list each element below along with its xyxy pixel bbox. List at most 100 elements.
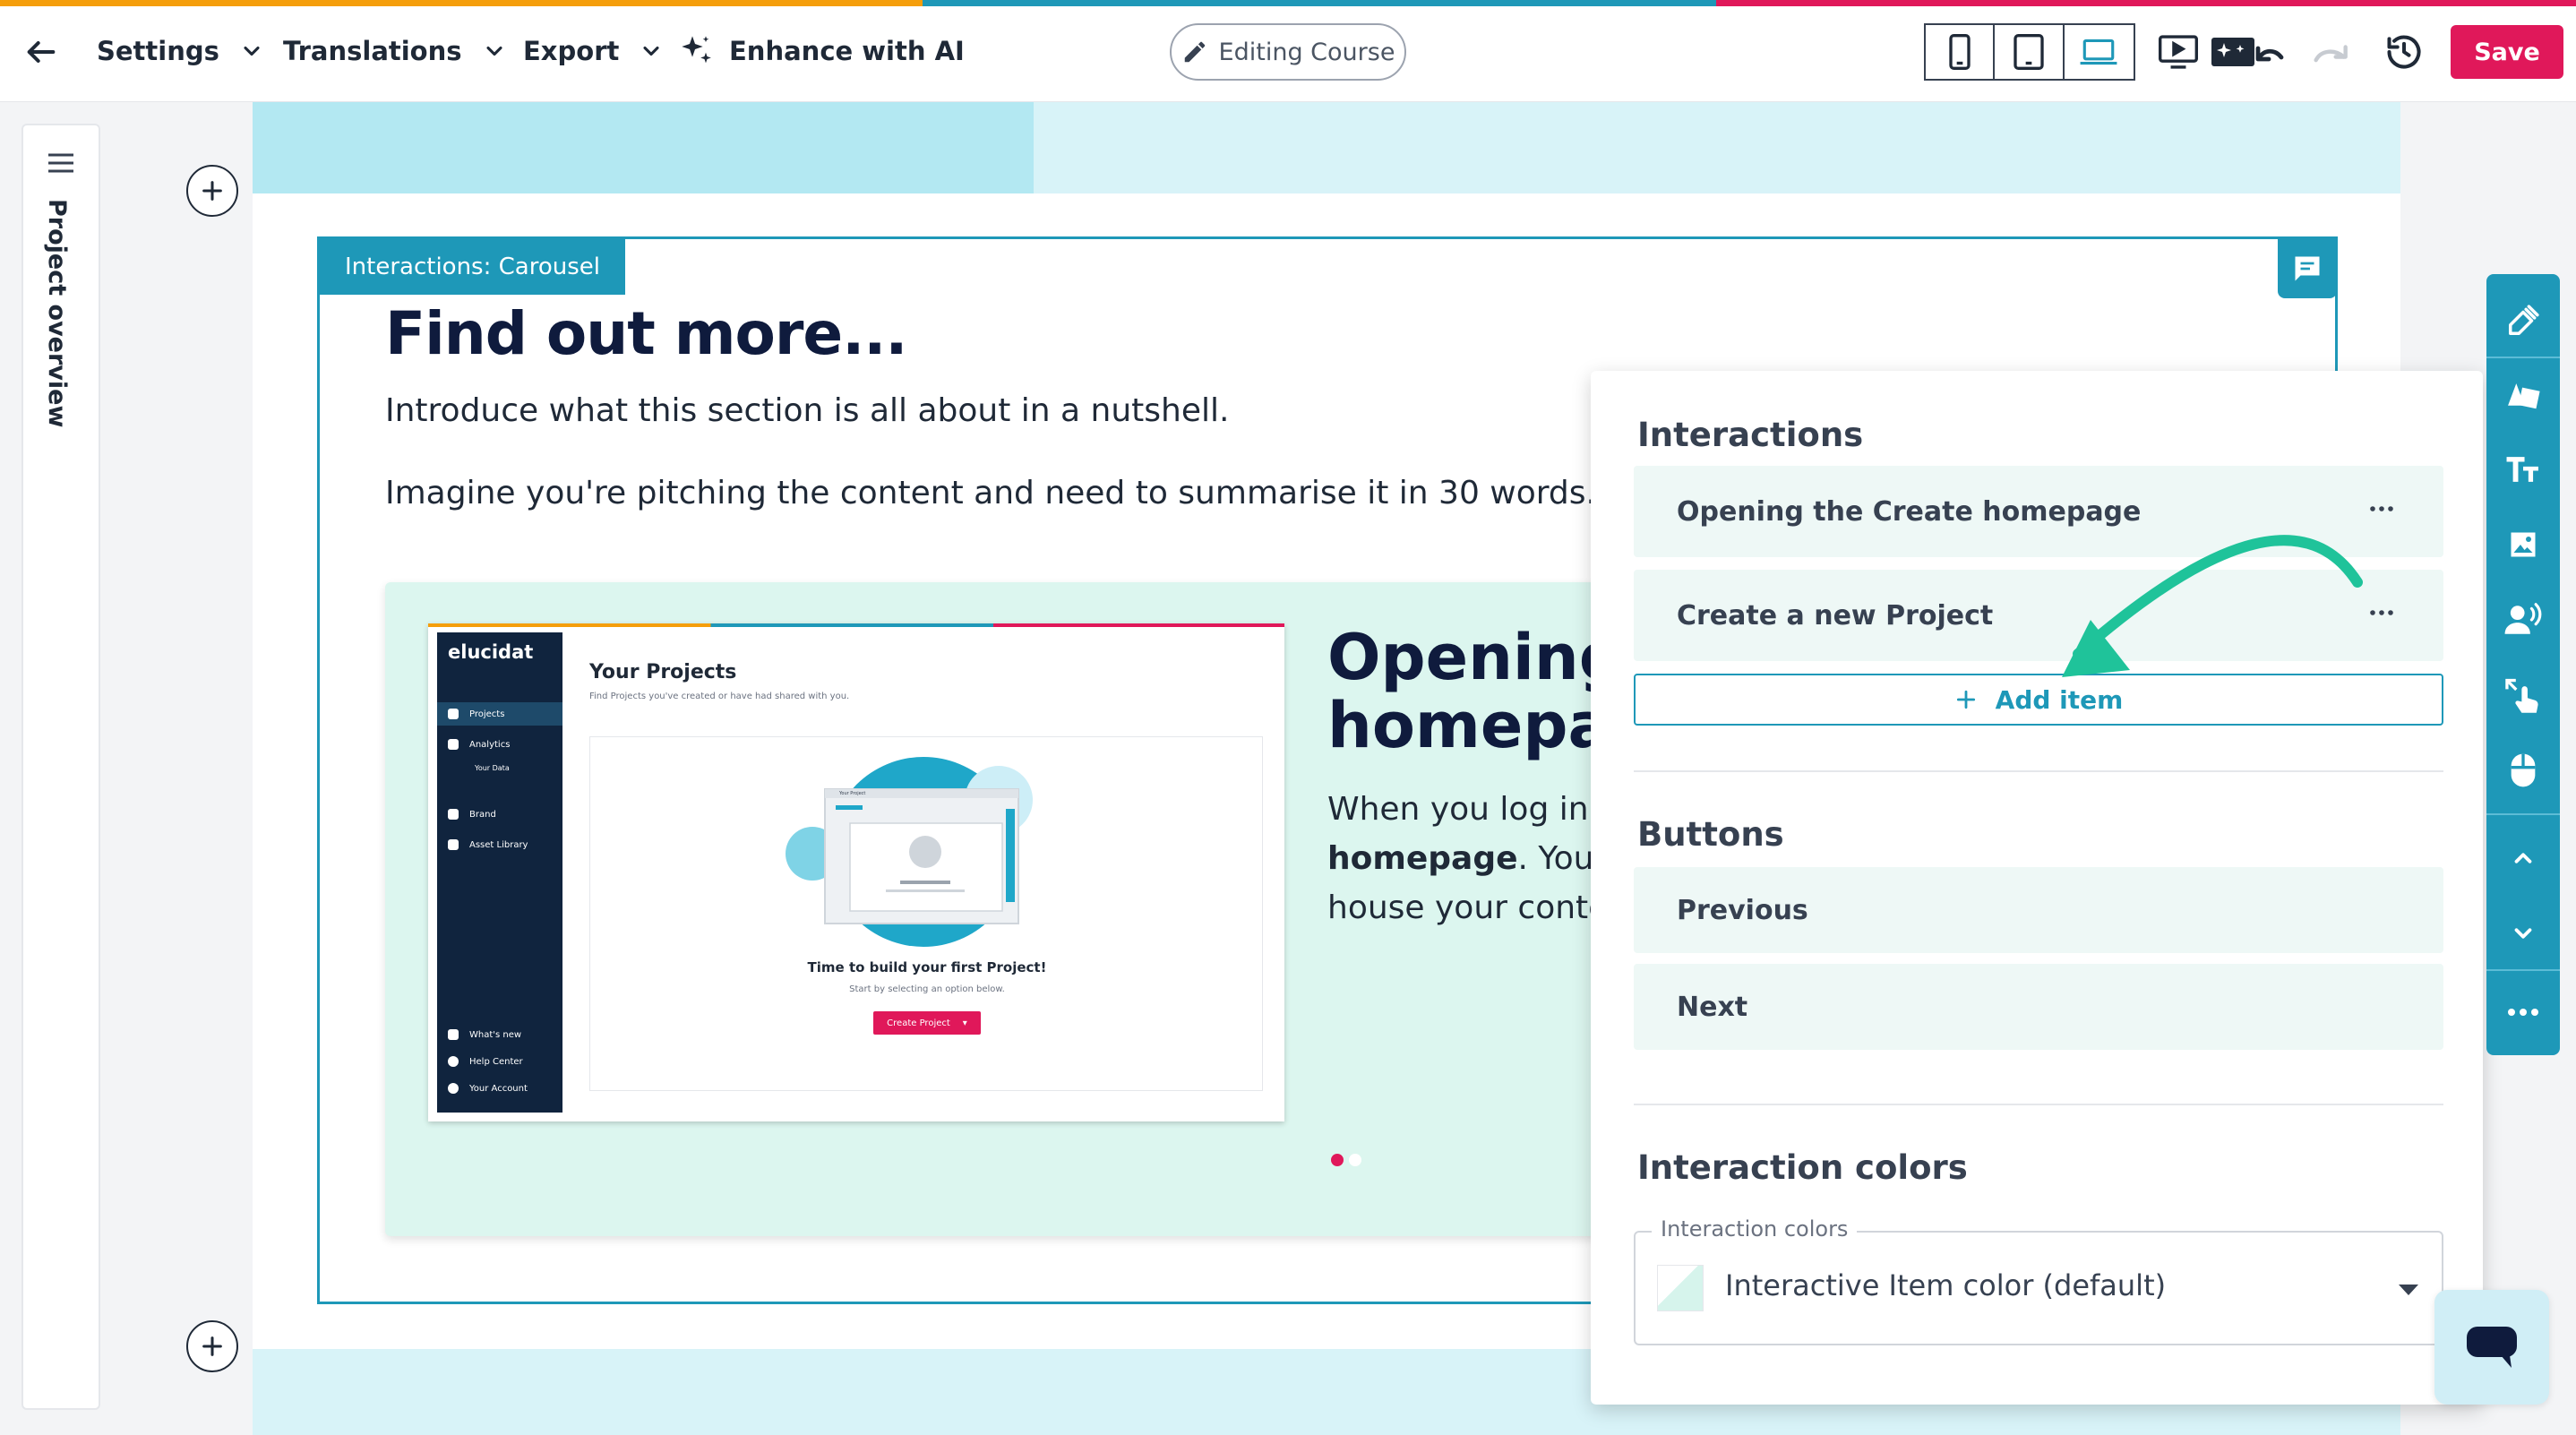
interaction-colors-heading: Interaction colors bbox=[1637, 1148, 1968, 1187]
screenshot-sidebar: elucidat Projects Analytics Your Data Br… bbox=[437, 632, 562, 1113]
enhance-ai-label: Enhance with AI bbox=[729, 36, 965, 66]
carousel-dot-active[interactable] bbox=[1331, 1154, 1344, 1166]
project-overview-rail[interactable]: Project overview bbox=[21, 124, 100, 1410]
screenshot-create-button: Create Project ▾ bbox=[873, 1011, 981, 1035]
more-tools-button[interactable] bbox=[2486, 984, 2560, 1041]
section-intro-1[interactable]: Introduce what this section is all about… bbox=[385, 392, 1229, 429]
screenshot-nav-item: Your Account bbox=[437, 1077, 562, 1100]
export-menu[interactable]: Export bbox=[523, 25, 664, 77]
text-size-icon bbox=[2506, 457, 2538, 482]
interaction-colors-value: Interactive Item color (default) bbox=[1725, 1268, 2167, 1302]
slide-title[interactable]: Opening homepa bbox=[1327, 623, 1624, 760]
illustration-graphic bbox=[786, 757, 1033, 947]
settings-menu[interactable]: Settings bbox=[97, 25, 264, 77]
phone-icon bbox=[1949, 34, 1971, 70]
sparkle-icon bbox=[682, 36, 711, 64]
save-button[interactable]: Save bbox=[2451, 25, 2563, 79]
slide-body[interactable]: When you log in t homepage. You c house … bbox=[1327, 785, 1622, 932]
screenshot-card-title: Time to build your first Project! bbox=[807, 959, 1047, 975]
enhance-ai-button[interactable]: Enhance with AI bbox=[679, 25, 965, 77]
preview-play-icon[interactable] bbox=[2153, 27, 2203, 77]
back-arrow-icon[interactable] bbox=[16, 27, 66, 77]
screenshot-nav-item: Your Data bbox=[475, 763, 510, 772]
shapes-icon bbox=[2508, 383, 2540, 409]
ai-undo-icon[interactable] bbox=[2207, 27, 2288, 77]
screenshot-empty-card: Your Project Time to build your first Pr… bbox=[589, 736, 1263, 1091]
translations-menu[interactable]: Translations bbox=[283, 25, 507, 77]
elucidat-logo: elucidat bbox=[448, 641, 534, 663]
screenshot-nav-item: Help Center bbox=[437, 1050, 562, 1073]
redo-icon[interactable] bbox=[2307, 27, 2357, 77]
desktop-view-button[interactable] bbox=[2065, 25, 2134, 79]
editing-course-pill[interactable]: Editing Course bbox=[1170, 23, 1406, 81]
carousel-slide[interactable]: elucidat Projects Analytics Your Data Br… bbox=[385, 582, 1791, 1236]
section-band-top bbox=[253, 102, 2400, 193]
image-tool-button[interactable] bbox=[2486, 516, 2560, 573]
voice-icon bbox=[2504, 603, 2542, 634]
device-preview-group bbox=[1924, 23, 2135, 81]
screenshot-nav-item: Analytics bbox=[437, 733, 562, 756]
mouse-tool-button[interactable] bbox=[2486, 742, 2560, 799]
mobile-view-button[interactable] bbox=[1926, 25, 1996, 79]
move-down-button[interactable] bbox=[2486, 905, 2560, 962]
plus-icon bbox=[202, 181, 222, 201]
history-icon[interactable] bbox=[2379, 27, 2429, 77]
interaction-colors-field-label: Interaction colors bbox=[1652, 1216, 1858, 1242]
image-icon bbox=[2511, 532, 2536, 557]
hamburger-menu-icon[interactable] bbox=[47, 152, 75, 174]
carousel-pagination bbox=[1331, 1154, 1361, 1166]
more-options-icon bbox=[2508, 1009, 2538, 1016]
translations-label: Translations bbox=[283, 36, 462, 66]
panel-divider bbox=[1634, 770, 2443, 772]
add-section-below-button[interactable] bbox=[186, 1320, 238, 1372]
audio-tool-button[interactable] bbox=[2486, 591, 2560, 649]
panel-divider bbox=[1634, 1104, 2443, 1105]
screenshot-nav-item: Projects bbox=[437, 702, 562, 726]
dropdown-caret-icon bbox=[2399, 1285, 2418, 1295]
more-options-icon[interactable] bbox=[2370, 505, 2393, 512]
screenshot-nav-item: What's new bbox=[437, 1023, 562, 1046]
chat-support-button[interactable] bbox=[2434, 1290, 2549, 1405]
interaction-tool-button[interactable] bbox=[2486, 666, 2560, 724]
comment-icon bbox=[2295, 256, 2320, 281]
chevron-down-icon bbox=[486, 46, 502, 56]
add-section-above-button[interactable] bbox=[186, 165, 238, 217]
screenshot-title: Your Projects bbox=[589, 661, 737, 683]
tablet-icon bbox=[2014, 34, 2044, 70]
chevron-down-icon bbox=[643, 46, 659, 56]
plus-icon bbox=[202, 1336, 222, 1356]
pencil-icon bbox=[1184, 41, 1205, 63]
section-heading[interactable]: Find out more... bbox=[385, 299, 907, 368]
chevron-down-icon bbox=[2514, 928, 2532, 939]
chevron-up-icon bbox=[2514, 853, 2532, 864]
screenshot-nav-item: Asset Library bbox=[437, 833, 562, 856]
plus-icon bbox=[1956, 690, 1975, 709]
button-item-next[interactable]: Next bbox=[1634, 964, 2443, 1050]
mouse-icon bbox=[2511, 753, 2536, 787]
progress-stripe-blue bbox=[923, 0, 1716, 6]
screenshot-nav-item: Brand bbox=[437, 803, 562, 826]
slide-screenshot-image: elucidat Projects Analytics Your Data Br… bbox=[428, 623, 1284, 1121]
carousel-dot[interactable] bbox=[1349, 1154, 1361, 1166]
top-bar: Settings Translations Export Enhance wit… bbox=[0, 0, 2576, 102]
eyedropper-icon bbox=[2509, 305, 2539, 335]
laptop-icon bbox=[2080, 39, 2117, 65]
interaction-colors-select[interactable]: Interaction colors Interactive Item colo… bbox=[1634, 1216, 2443, 1345]
interactions-heading: Interactions bbox=[1637, 416, 1864, 454]
tablet-view-button[interactable] bbox=[1995, 25, 2065, 79]
settings-label: Settings bbox=[97, 36, 219, 66]
section-intro-2[interactable]: Imagine you're pitching the content and … bbox=[385, 475, 1596, 511]
move-up-button[interactable] bbox=[2486, 829, 2560, 887]
comment-button[interactable] bbox=[2278, 239, 2337, 298]
annotation-arrow-icon bbox=[2062, 535, 2363, 677]
screenshot-subtitle: Find Projects you've created or have had… bbox=[589, 692, 850, 701]
section-type-tag: Interactions: Carousel bbox=[320, 239, 625, 295]
block-tool-button[interactable] bbox=[2486, 367, 2560, 425]
editing-course-label: Editing Course bbox=[1218, 38, 1395, 66]
text-tool-button[interactable] bbox=[2486, 441, 2560, 498]
style-tool-button[interactable] bbox=[2486, 292, 2560, 349]
progress-stripe-pink bbox=[1716, 0, 2576, 6]
button-item-previous[interactable]: Previous bbox=[1634, 867, 2443, 953]
buttons-heading: Buttons bbox=[1637, 815, 1784, 854]
block-tools-toolbar bbox=[2486, 274, 2560, 1055]
